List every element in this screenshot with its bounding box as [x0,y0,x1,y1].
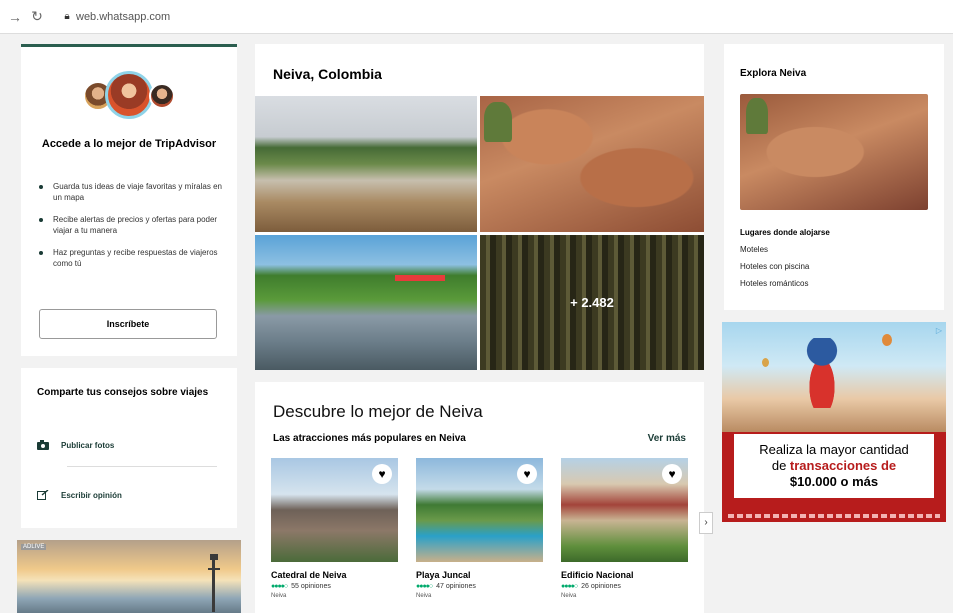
ad-line-2-emphasis: transacciones de [789,458,897,473]
attraction-photo[interactable]: ♥ [416,458,543,562]
avatar [105,71,153,119]
upload-photos-label: Publicar fotos [61,440,115,450]
signup-title: Accede a lo mejor de TripAdvisor [41,138,217,150]
explore-card: Explora Neiva Lugares donde alojarse Mot… [724,44,944,310]
gallery-photo-stream[interactable] [255,235,477,370]
ad-line-1: Realiza la mayor cantidad [759,442,909,457]
attraction-card[interactable]: ♥ Catedral de Neiva ●●●●○ 55 opiniones Ne… [271,458,398,599]
ad-fine-print [728,514,940,518]
heart-icon[interactable]: ♥ [372,464,392,484]
rating-bubbles-icon: ●●●●○ [416,583,433,590]
share-title: Comparte tus consejos sobre viajes [37,387,209,398]
rating-bubbles-icon: ●●●●○ [271,583,288,590]
list-item: Haz preguntas y recibe respuestas de via… [39,247,229,269]
heart-icon[interactable]: ♥ [662,464,682,484]
list-item: Guarda tus ideas de viaje favoritas y mí… [39,181,229,203]
explore-photo[interactable] [740,94,928,210]
ad-line-3: $10.000 o más [789,474,879,489]
review-count[interactable]: 55 opiniones [291,583,331,590]
explore-title: Explora Neiva [740,68,807,79]
ad-tag: ADLIVE [21,544,47,550]
link-pool-hotels[interactable]: Hoteles con piscina [740,258,930,275]
heart-icon[interactable]: ♥ [517,464,537,484]
rating: ●●●●○ 47 opiniones [416,583,543,590]
carousel-next-button[interactable]: › [699,512,713,534]
arrow-right-icon[interactable]: → [4,9,26,25]
attraction-card[interactable]: ♥ Playa Juncal ●●●●○ 47 opiniones Neiva [416,458,543,599]
promo-advertisement[interactable]: ▷ Realiza la mayor cantidad de transacci… [722,322,946,522]
attraction-name[interactable]: Edificio Nacional [561,570,688,580]
left-advertisement[interactable]: ADLIVE [17,540,241,613]
ad-photo [722,322,946,432]
list-item: Recibe alertas de precios y ofertas para… [39,214,229,236]
see-more-link[interactable]: Ver más [648,433,686,444]
attraction-photo[interactable]: ♥ [271,458,398,562]
lighthouse-icon [208,554,220,612]
link-motels[interactable]: Moteles [740,241,930,258]
browser-toolbar: → ↻ 🔒︎ web.whatsapp.com [0,0,953,34]
write-review-label: Escribir opinión [61,490,122,500]
more-photos-count: + 2.482 [480,235,704,370]
signup-card: Accede a lo mejor de TripAdvisor Guarda … [21,44,237,356]
rating: ●●●●○ 55 opiniones [271,583,398,590]
attraction-name[interactable]: Playa Juncal [416,570,543,580]
page-title: Neiva, Colombia [273,66,382,82]
gallery-photo-desert[interactable] [480,96,704,232]
link-romantic-hotels[interactable]: Hoteles románticos [740,275,930,292]
divider [67,466,217,467]
reload-icon[interactable]: ↻ [26,8,48,25]
ad-line-2: de transacciones de [771,458,897,473]
upload-photos-link[interactable]: Publicar fotos [37,440,114,450]
attraction-location: Neiva [416,593,432,599]
avatar-group [83,71,183,123]
link-lodging[interactable]: Lugares donde alojarse [740,224,930,241]
destination-gallery: Neiva, Colombia + 2.482 [255,44,704,370]
edit-icon [37,490,49,500]
attraction-photo[interactable]: ♥ [561,458,688,562]
discover-section: Descubre lo mejor de Neiva Las atraccion… [255,382,704,613]
attraction-location: Neiva [561,593,577,599]
gallery-photo-river[interactable] [255,96,477,232]
share-card: Comparte tus consejos sobre viajes Publi… [21,368,237,528]
attraction-location: Neiva [271,593,287,599]
ad-message: Realiza la mayor cantidad de transaccion… [734,434,934,498]
rating: ●●●●○ 26 opiniones [561,583,688,590]
gallery-photo-more[interactable]: + 2.482 [480,235,704,370]
section-subtitle: Las atracciones más populares en Neiva [273,433,466,444]
rating-bubbles-icon: ●●●●○ [561,583,578,590]
write-review-link[interactable]: Escribir opinión [37,490,122,500]
review-count[interactable]: 26 opiniones [581,583,621,590]
attraction-name[interactable]: Catedral de Neiva [271,570,398,580]
address-bar[interactable]: web.whatsapp.com [76,11,170,23]
explore-links: Lugares donde alojarse Moteles Hoteles c… [740,224,930,292]
attraction-card[interactable]: ♥ Edificio Nacional ●●●●○ 26 opiniones Ne… [561,458,688,599]
register-button[interactable]: Inscríbete [39,309,217,339]
lock-icon: 🔒︎ [64,11,70,22]
avatar [149,83,175,109]
review-count[interactable]: 47 opiniones [436,583,476,590]
section-title: Descubre lo mejor de Neiva [273,402,483,421]
camera-icon [37,440,49,450]
ad-choices-icon[interactable]: ▷ [936,326,942,335]
benefits-list: Guarda tus ideas de viaje favoritas y mí… [39,181,229,280]
